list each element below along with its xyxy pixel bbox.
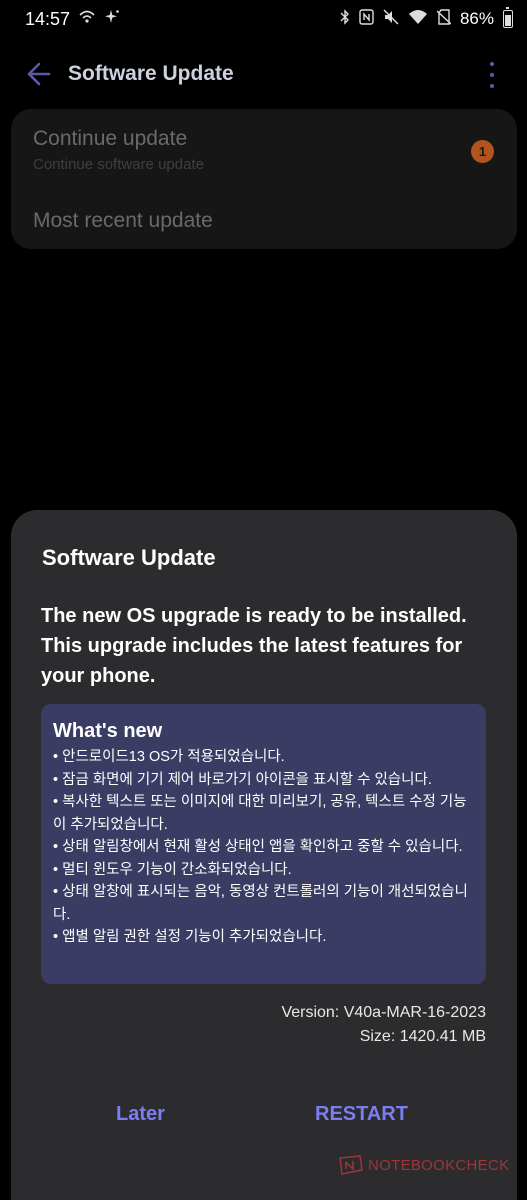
notebookcheck-logo-icon [339,1155,363,1175]
continue-update-title: Continue update [33,127,188,150]
no-sim-icon [436,9,452,29]
wifi-icon [408,9,428,29]
notification-badge: 1 [471,140,494,163]
back-arrow-icon [27,62,51,86]
more-options-button[interactable] [485,58,499,92]
most-recent-update-title: Most recent update [33,209,213,232]
size-text: Size: 1420.41 MB [359,1028,486,1045]
whats-new-list: • 안드로이드13 OS가 적용되었습니다. • 잠금 화면에 기기 제어 바로… [53,746,474,949]
notebookcheck-watermark: NOTEBOOKCHECK [338,1154,509,1176]
version-text: Version: V40a-MAR-16-2023 [281,1004,486,1021]
whats-new-item: • 상태 알창에 표시되는 음악, 동영상 컨트롤러의 기능이 개선되었습니다. [53,884,468,923]
later-button[interactable]: Later [108,1099,173,1130]
whats-new-title: What's new [53,720,163,742]
whats-new-panel: What's new • 안드로이드13 OS가 적용되었습니다. • 잠금 화… [41,704,486,984]
page-title: Software Update [68,62,234,85]
wifi-calling-icon [78,9,96,29]
software-update-dialog: Software Update The new OS upgrade is re… [11,510,517,1200]
dialog-message: The new OS upgrade is ready to be instal… [41,605,467,687]
status-right-icons: 86% [340,7,513,29]
whats-new-item: • 앱별 알림 권한 설정 기능이 추가되었습니다. [53,929,327,945]
restart-button[interactable]: RESTART [307,1099,416,1130]
whats-new-item: • 상태 알림창에서 현재 활성 상태인 앱을 확인하고 중할 수 있습니다. [53,839,463,855]
version-info: Version: V40a-MAR-16-2023 Size: 1420.41 … [281,1001,486,1049]
whats-new-item: • 복사한 텍스트 또는 이미지에 대한 미리보기, 공유, 텍스트 수정 기능… [53,794,467,833]
battery-level-fill [505,14,511,26]
whats-new-item: • 멀티 윈도우 기능이 간소화되었습니다. [53,861,292,878]
continue-update-item[interactable]: Continue update Continue software update [33,127,204,173]
nfc-icon [359,9,374,29]
battery-percent: 86% [459,9,494,28]
watermark-text: NOTEBOOKCHECK [368,1156,510,1174]
battery-icon [503,7,513,28]
status-left-icons [78,9,120,29]
settings-card: Continue update Continue software update… [11,109,517,249]
most-recent-update-item[interactable]: Most recent update [33,209,213,233]
sparkle-icon [104,9,120,29]
back-button[interactable] [22,56,58,92]
whats-new-item: • 안드로이드13 OS가 적용되었습니다. [53,749,285,765]
whats-new-item: • 잠금 화면에 기기 제어 바로가기 아이콘을 표시할 수 있습니다. [53,771,432,788]
mute-icon [383,9,399,29]
app-bar: Software Update [0,48,527,100]
status-bar: 14:57 86% [0,0,527,40]
dialog-title: Software Update [42,545,216,570]
continue-update-subtitle: Continue software update [33,156,204,173]
status-time: 14:57 [25,9,71,29]
bluetooth-icon [340,9,350,29]
